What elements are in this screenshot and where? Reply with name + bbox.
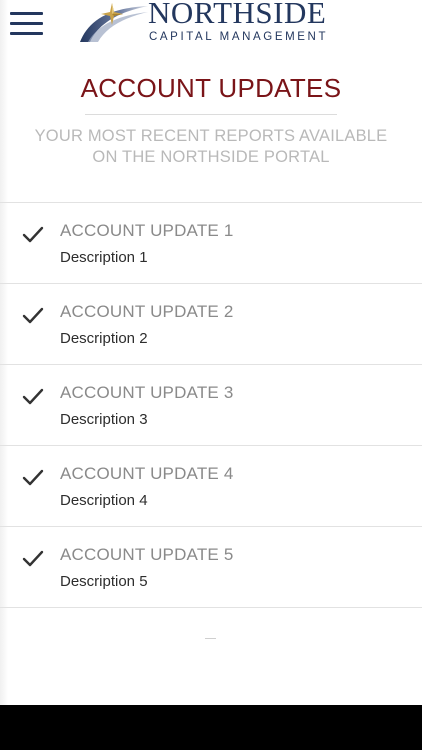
list-item[interactable]: ACCOUNT UPDATE 3 Description 3 [0, 365, 422, 446]
item-title: ACCOUNT UPDATE 2 [60, 302, 234, 321]
app-screen: NORTHSIDE CAPITAL MANAGEMENT ACCOUNT UPD… [0, 0, 422, 705]
loading-indicator [205, 638, 216, 639]
bottom-black-bar [0, 705, 422, 750]
northside-logo[interactable]: NORTHSIDE CAPITAL MANAGEMENT [78, 0, 358, 46]
checkmark-icon [22, 469, 44, 486]
checkmark-icon [22, 388, 44, 405]
item-title: ACCOUNT UPDATE 3 [60, 383, 234, 402]
header: NORTHSIDE CAPITAL MANAGEMENT [0, 0, 422, 48]
compass-star-logo-icon [80, 3, 148, 42]
item-title: ACCOUNT UPDATE 1 [60, 221, 234, 240]
menu-line [10, 12, 43, 15]
item-description: Description 2 [60, 330, 148, 347]
logo-tagline: CAPITAL MANAGEMENT [149, 31, 329, 43]
list-item[interactable]: ACCOUNT UPDATE 4 Description 4 [0, 446, 422, 527]
page-subtitle: YOUR MOST RECENT REPORTS AVAILABLE ON TH… [34, 127, 388, 166]
menu-line [10, 22, 43, 25]
item-title: ACCOUNT UPDATE 5 [60, 545, 234, 564]
item-title: ACCOUNT UPDATE 4 [60, 464, 234, 483]
checkmark-icon [22, 307, 44, 324]
list-item[interactable]: ACCOUNT UPDATE 2 Description 2 [0, 284, 422, 365]
item-description: Description 5 [60, 573, 148, 590]
item-description: Description 4 [60, 492, 148, 509]
checkmark-icon [22, 550, 44, 567]
item-description: Description 1 [60, 249, 148, 266]
item-description: Description 3 [60, 411, 148, 428]
account-updates-list: ACCOUNT UPDATE 1 Description 1 ACCOUNT U… [0, 202, 422, 608]
title-divider [85, 114, 337, 115]
list-item[interactable]: ACCOUNT UPDATE 1 Description 1 [0, 203, 422, 284]
logo-wordmark: NORTHSIDE [148, 0, 327, 30]
hamburger-menu-icon[interactable] [10, 12, 43, 36]
menu-line [10, 32, 43, 35]
list-item[interactable]: ACCOUNT UPDATE 5 Description 5 [0, 527, 422, 608]
checkmark-icon [22, 226, 44, 243]
page-title: ACCOUNT UPDATES [80, 73, 342, 103]
